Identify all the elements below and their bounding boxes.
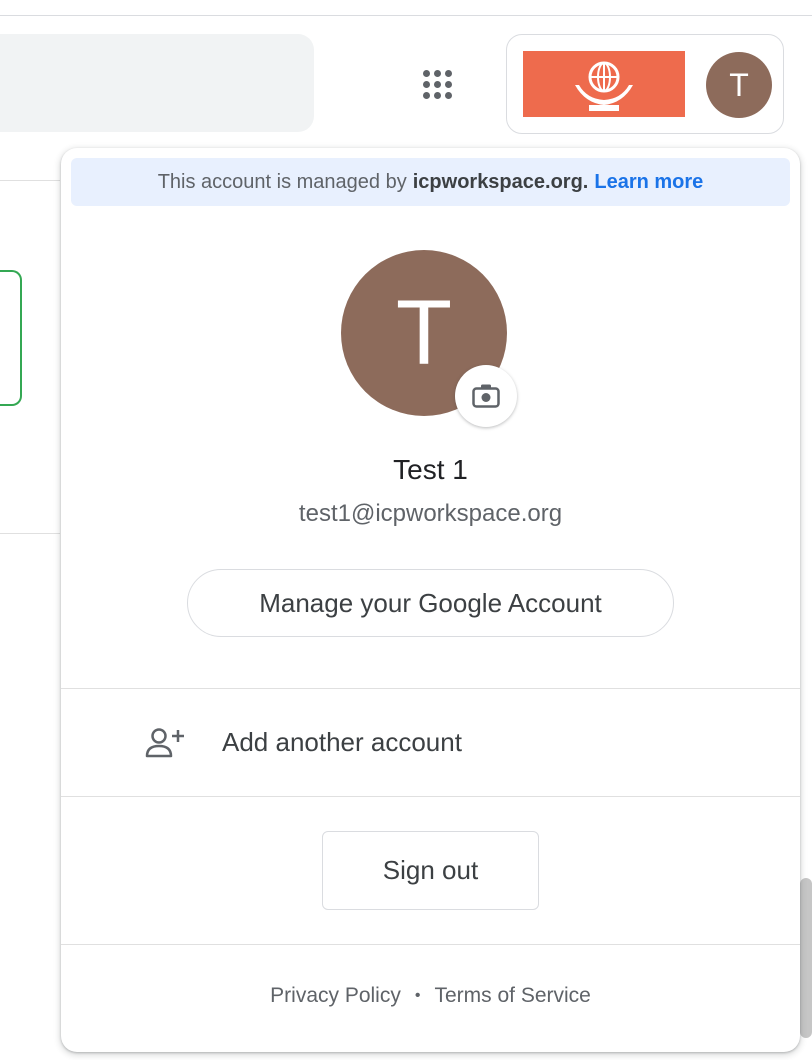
- sign-out-button[interactable]: Sign out: [322, 831, 539, 910]
- account-avatar[interactable]: T: [706, 52, 772, 118]
- add-account-label: Add another account: [222, 727, 462, 757]
- organization-logo: [523, 51, 685, 117]
- apps-button[interactable]: [407, 54, 467, 114]
- privacy-policy-link[interactable]: Privacy Policy: [270, 984, 401, 1008]
- learn-more-link[interactable]: Learn more: [594, 171, 703, 194]
- apps-grid-icon: [422, 69, 452, 99]
- background-card: [0, 270, 22, 406]
- banner-text: This account is managed by: [157, 170, 407, 193]
- footer-separator: •: [414, 987, 421, 1004]
- banner-domain: icpworkspace.org.: [412, 170, 589, 193]
- top-divider: [0, 15, 812, 16]
- person-add-icon: [145, 728, 184, 758]
- change-photo-button[interactable]: [455, 365, 517, 427]
- scrollbar[interactable]: [800, 878, 812, 1038]
- user-email: test1@icpworkspace.org: [298, 500, 563, 527]
- divider: [61, 796, 800, 797]
- background-divider: [0, 533, 60, 534]
- account-chip[interactable]: T: [506, 34, 784, 134]
- divider: [61, 944, 800, 945]
- footer-links: Privacy Policy • Terms of Service: [61, 984, 800, 1008]
- terms-of-service-link[interactable]: Terms of Service: [434, 984, 590, 1008]
- search-bar[interactable]: [0, 34, 314, 132]
- managed-account-banner: This account is managed by icpworkspace.…: [71, 158, 790, 206]
- add-account-item[interactable]: Add another account: [61, 689, 800, 796]
- background-divider: [0, 180, 60, 181]
- manage-account-button[interactable]: Manage your Google Account: [187, 569, 674, 637]
- user-name: Test 1: [393, 454, 468, 485]
- account-popup: This account is managed by icpworkspace.…: [61, 148, 800, 1052]
- camera-icon: [472, 384, 500, 408]
